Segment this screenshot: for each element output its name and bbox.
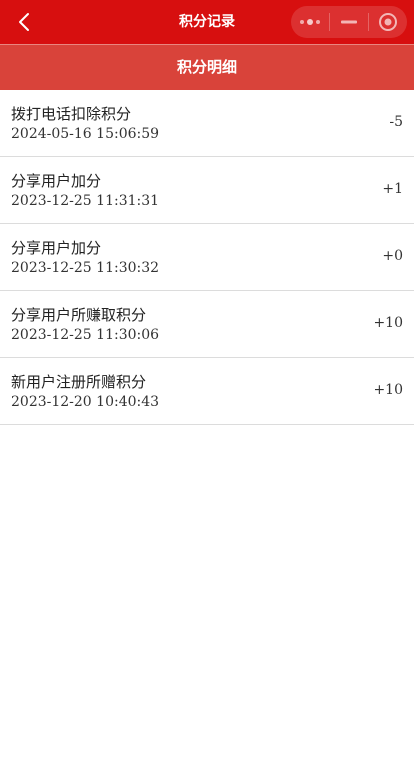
minimize-button[interactable] xyxy=(330,6,368,38)
record-time: 2023-12-20 10:40:43 xyxy=(11,394,160,410)
record-points: +1 xyxy=(382,181,403,197)
record-time: 2023-12-25 11:30:06 xyxy=(11,327,160,343)
record-points: +0 xyxy=(382,248,403,264)
target-circle-icon xyxy=(379,13,397,31)
minimize-icon xyxy=(341,20,357,24)
record-time: 2024-05-16 15:06:59 xyxy=(11,126,160,142)
list-item[interactable]: 新用户注册所赠积分 2023-12-20 10:40:43 +10 xyxy=(0,358,414,425)
record-description: 分享用户加分 xyxy=(11,239,102,257)
chevron-left-icon xyxy=(19,13,29,31)
record-points: +10 xyxy=(373,315,403,331)
record-description: 分享用户所赚取积分 xyxy=(11,306,147,324)
close-button[interactable] xyxy=(369,6,407,38)
record-description: 分享用户加分 xyxy=(11,172,102,190)
list-item[interactable]: 分享用户加分 2023-12-25 11:30:32 +0 xyxy=(0,224,414,291)
back-button[interactable] xyxy=(10,8,38,36)
record-points: +10 xyxy=(373,382,403,398)
more-dots-icon xyxy=(300,19,320,25)
record-time: 2023-12-25 11:31:31 xyxy=(11,193,160,209)
list-item[interactable]: 分享用户所赚取积分 2023-12-25 11:30:06 +10 xyxy=(0,291,414,358)
record-time: 2023-12-25 11:30:32 xyxy=(11,260,160,276)
section-header: 积分明细 xyxy=(0,44,414,90)
record-points: -5 xyxy=(389,114,403,130)
record-description: 拨打电话扣除积分 xyxy=(11,105,132,123)
points-record-list: 拨打电话扣除积分 2024-05-16 15:06:59 -5 分享用户加分 2… xyxy=(0,90,414,425)
mini-program-capsule xyxy=(291,6,407,38)
record-description: 新用户注册所赠积分 xyxy=(11,373,147,391)
navbar: 积分记录 xyxy=(0,0,414,44)
more-button[interactable] xyxy=(291,6,329,38)
list-item[interactable]: 分享用户加分 2023-12-25 11:31:31 +1 xyxy=(0,157,414,224)
list-item[interactable]: 拨打电话扣除积分 2024-05-16 15:06:59 -5 xyxy=(0,90,414,157)
